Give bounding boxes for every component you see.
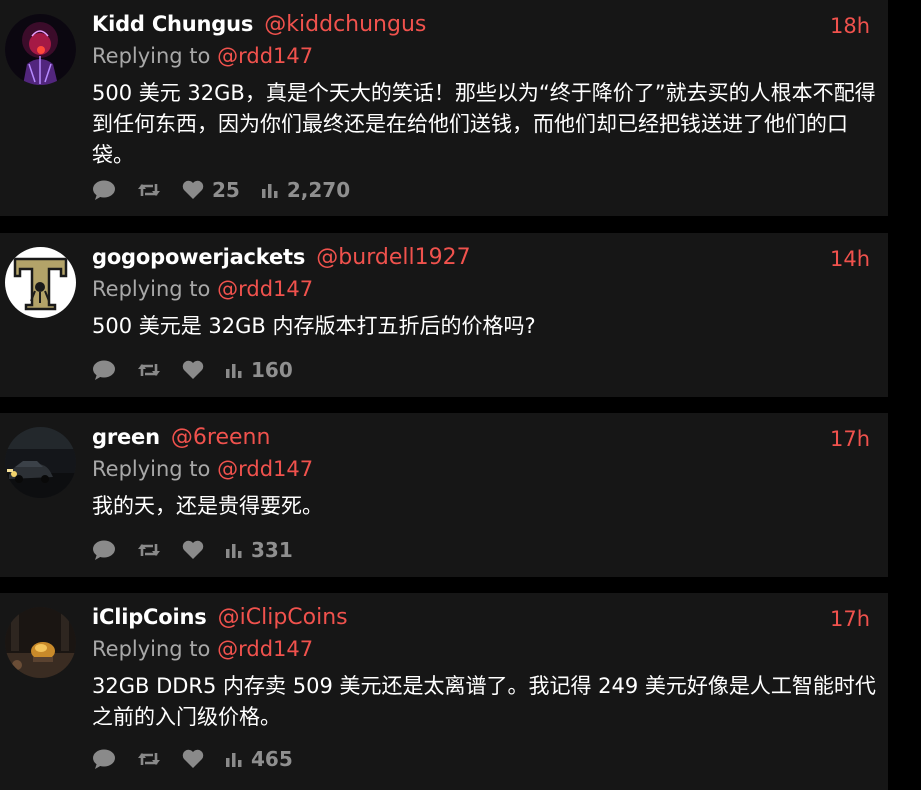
view-count: 465 [251,747,293,771]
heart-icon [182,749,204,768]
display-name[interactable]: Kidd Chungus [92,12,253,36]
retweet-icon [138,184,160,196]
retweet-button[interactable] [137,181,161,199]
timestamp[interactable]: 14h [830,247,870,271]
replying-to-line: Replying to @rdd147 [92,637,313,661]
reply-button[interactable] [92,748,116,770]
tweet-text: 500 美元是 32GB 内存版本打五折后的价格吗? [92,314,536,338]
replying-to-label: Replying to [92,637,211,661]
action-bar: 465 [92,746,314,772]
views-button[interactable]: 160 [225,358,293,382]
like-button[interactable]: 25 [182,178,240,202]
heart-icon [182,180,204,199]
replying-to-line: Replying to @rdd147 [92,44,313,68]
tweet-text: 我的天，还是贵得要死。 [92,494,323,518]
like-button[interactable] [182,749,204,769]
heart-icon [182,540,204,559]
replying-to-handle[interactable]: @rdd147 [217,457,313,481]
retweet-icon [138,753,160,765]
timestamp[interactable]: 17h [830,607,870,631]
bar-chart-icon [226,753,242,767]
avatar-image [5,427,76,498]
view-count: 2,270 [286,178,351,202]
retweet-button[interactable] [137,750,161,768]
heart-icon [182,360,204,379]
timestamp[interactable]: 17h [830,427,870,451]
replying-to-label: Replying to [92,44,211,68]
like-count: 25 [212,178,240,202]
username-handle[interactable]: @6reenn [171,425,271,450]
bar-chart-icon [226,544,242,558]
tweet-header: iClipCoins @iClipCoins 17h [92,605,870,635]
reply-feed: Kidd Chungus @kiddchungus 18h Replying t… [0,0,921,790]
username-handle[interactable]: @kiddchungus [264,12,426,37]
comment-icon [93,360,115,380]
retweet-button[interactable] [137,361,161,379]
avatar-image [5,607,76,678]
views-button[interactable]: 331 [225,538,293,562]
avatar[interactable] [5,607,76,678]
reply-button[interactable] [92,539,116,561]
username-handle[interactable]: @burdell1927 [316,245,470,270]
replying-to-label: Replying to [92,457,211,481]
like-button[interactable] [182,360,204,380]
display-name[interactable]: iClipCoins [92,605,207,629]
username-handle[interactable]: @iClipCoins [218,605,348,630]
bar-chart-icon [226,364,242,378]
timestamp[interactable]: 18h [830,14,870,38]
bar-chart-icon [261,184,278,198]
retweet-button[interactable] [137,541,161,559]
replying-to-line: Replying to @rdd147 [92,457,313,481]
views-button[interactable]: 2,270 [261,178,350,202]
replying-to-handle[interactable]: @rdd147 [217,44,313,68]
comment-icon [93,540,115,560]
tweet-header: gogopowerjackets @burdell1927 14h [92,245,870,275]
replying-to-label: Replying to [92,277,211,301]
tweet-text: 32GB DDR5 内存卖 509 美元还是太离谱了。我记得 249 美元好像是… [92,674,876,729]
view-count: 160 [251,358,293,382]
tweet-card[interactable]: Kidd Chungus @kiddchungus 18h Replying t… [0,0,888,216]
reply-button[interactable] [92,179,116,201]
action-bar: 160 [92,357,314,383]
action-bar: 331 [92,537,314,563]
action-bar: 25 2,270 [92,177,371,203]
avatar[interactable] [5,247,76,318]
retweet-icon [138,544,160,556]
replying-to-handle[interactable]: @rdd147 [217,637,313,661]
reply-button[interactable] [92,359,116,381]
tweet-text: 500 美元 32GB，真是个天大的笑话！那些以为“终于降价了”就去买的人根本不… [92,81,876,167]
replying-to-line: Replying to @rdd147 [92,277,313,301]
tweet-header: green @6reenn 17h [92,425,870,455]
tweet-card[interactable]: gogopowerjackets @burdell1927 14h Replyi… [0,233,888,397]
tweet-card[interactable]: iClipCoins @iClipCoins 17h Replying to @… [0,593,888,790]
tweet-header: Kidd Chungus @kiddchungus 18h [92,12,870,42]
views-button[interactable]: 465 [225,747,293,771]
view-count: 331 [251,538,293,562]
tweet-card[interactable]: green @6reenn 17h Replying to @rdd147 我的… [0,413,888,577]
avatar[interactable] [5,14,76,85]
display-name[interactable]: green [92,425,160,449]
display-name[interactable]: gogopowerjackets [92,245,305,269]
like-button[interactable] [182,540,204,560]
avatar[interactable] [5,427,76,498]
retweet-icon [138,364,160,376]
avatar-image [5,14,76,85]
comment-icon [93,749,115,769]
avatar-image [5,247,76,318]
comment-icon [93,180,115,200]
replying-to-handle[interactable]: @rdd147 [217,277,313,301]
